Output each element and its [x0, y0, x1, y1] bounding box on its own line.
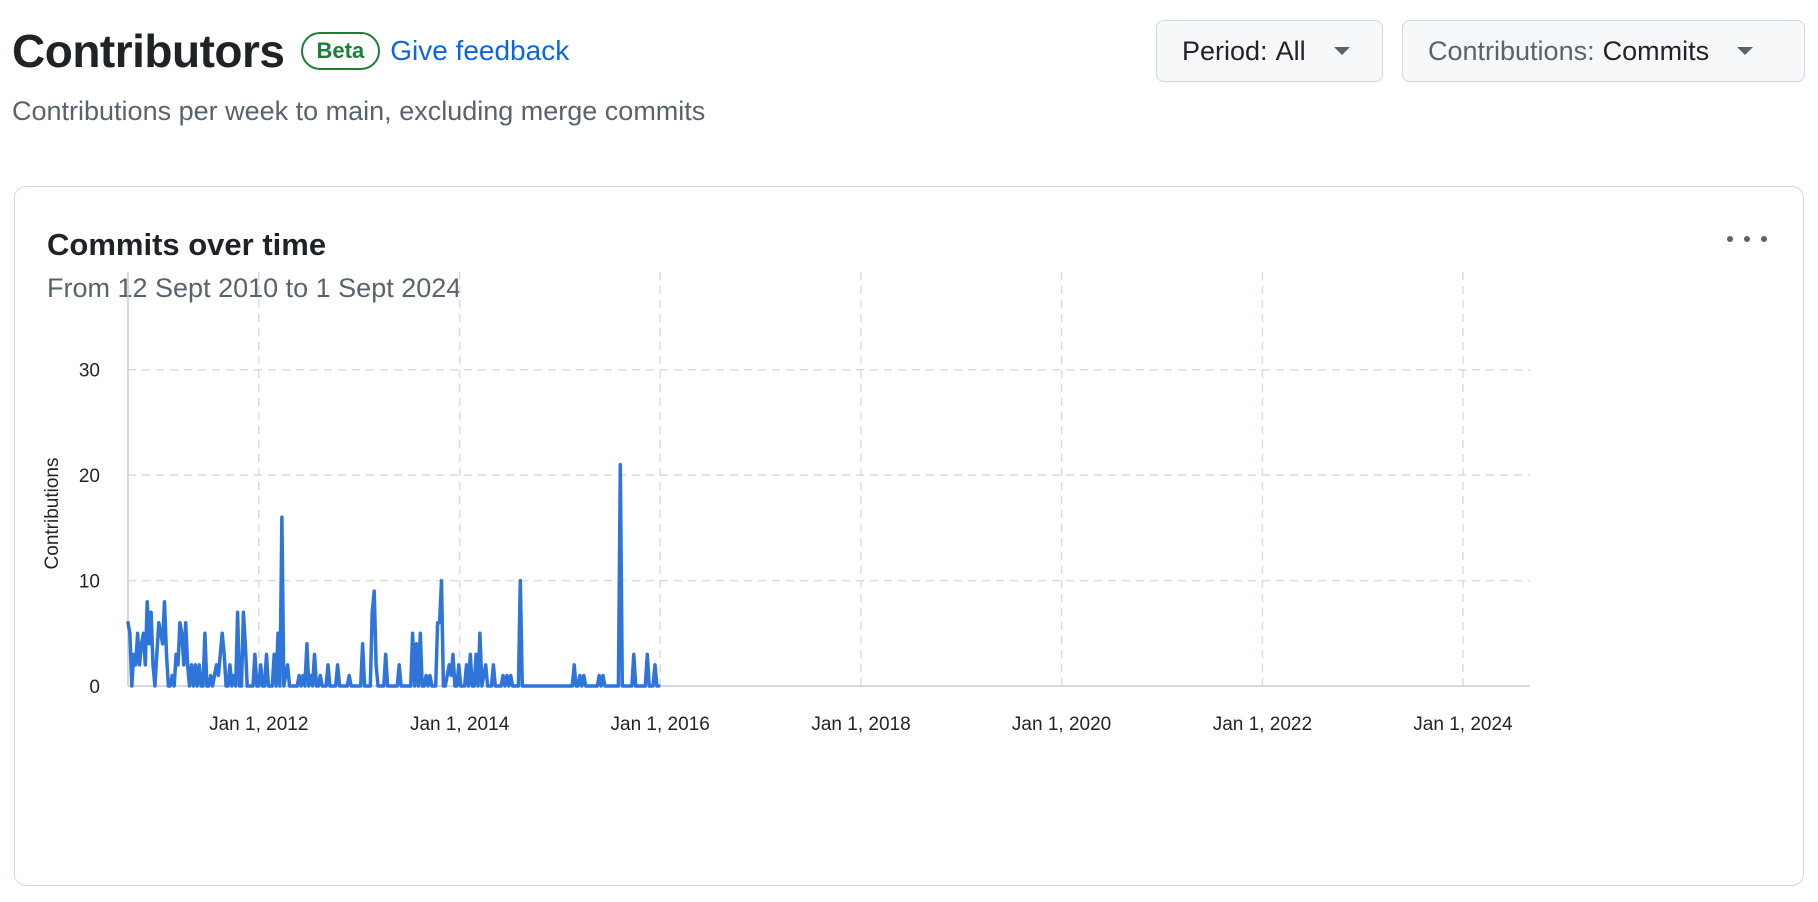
x-tick-label: Jan 1, 2012 [209, 714, 308, 735]
x-tick-label: Jan 1, 2024 [1413, 714, 1513, 735]
chevron-down-icon [1737, 47, 1754, 55]
chevron-down-icon [1333, 47, 1350, 55]
give-feedback-link[interactable]: Give feedback [390, 35, 569, 67]
commits-line-chart: 0 10 20 30 Jan 1, 2012 Jan 1, 2014 Jan 1, 2016… [42, 272, 1530, 735]
x-tick-label: Jan 1, 2022 [1213, 714, 1312, 735]
y-tick-label: 0 [89, 677, 100, 698]
period-label: Period: [1182, 35, 1268, 66]
y-tick-label: 10 [79, 572, 100, 593]
commits-series-line [126, 462, 661, 688]
page-subtitle: Contributions per week to main, excludin… [12, 96, 706, 126]
chart-card: Commits over time From 12 Sept 2010 to 1… [14, 186, 1804, 886]
period-value: All [1275, 35, 1306, 66]
x-tick-label: Jan 1, 2018 [811, 714, 910, 735]
page-title: Contributors [12, 25, 285, 77]
beta-badge: Beta [300, 32, 381, 70]
x-tick-label: Jan 1, 2014 [410, 714, 510, 735]
title-row: Contributors Beta Give feedback [12, 24, 569, 78]
contributions-label: Contributions: [1428, 35, 1595, 66]
x-tick-label: Jan 1, 2020 [1012, 714, 1111, 735]
contributions-value: Commits [1602, 35, 1710, 66]
period-dropdown[interactable]: Period: All [1156, 20, 1383, 82]
contributions-dropdown[interactable]: Contributions: Commits [1402, 20, 1805, 82]
y-axis-title: Contributions [42, 458, 63, 570]
y-tick-label: 20 [79, 466, 100, 487]
y-tick-label: 30 [79, 361, 100, 382]
x-tick-label: Jan 1, 2016 [611, 714, 710, 735]
